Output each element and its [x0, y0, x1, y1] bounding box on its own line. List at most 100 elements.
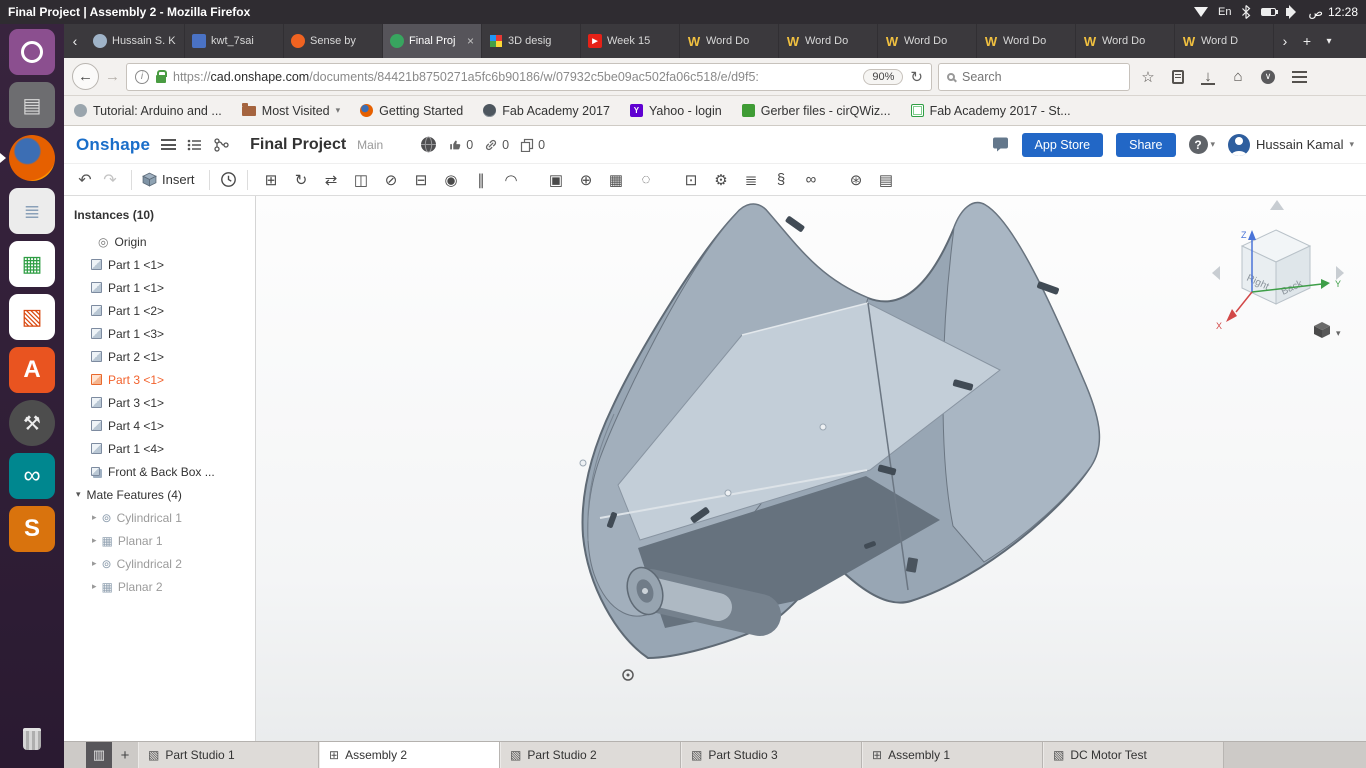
like-count[interactable]: 0 [448, 138, 473, 152]
pin-slot-mate-icon[interactable]: ⊟ [408, 168, 435, 192]
browser-tab[interactable]: 3D desig [482, 24, 581, 58]
bookmark-item[interactable]: Fab Academy 2017 [483, 104, 610, 118]
rotate-left-arrow[interactable] [1212, 266, 1220, 280]
bookmark-star-icon[interactable]: ☆ [1136, 68, 1160, 86]
clock[interactable]: ص 12:28 [1308, 5, 1358, 19]
tab-scroll-left-button[interactable]: ‹ [64, 24, 86, 58]
branches-icon[interactable] [214, 137, 229, 152]
link-count[interactable]: 0 [484, 138, 509, 152]
planar-mate-icon[interactable]: ◫ [348, 168, 375, 192]
instance-row[interactable]: Part 3 <1> [64, 391, 255, 414]
bookmark-item[interactable]: Tutorial: Arduino and ... [74, 104, 222, 118]
undo-icon[interactable]: ↶ [74, 170, 96, 190]
workspace-name[interactable]: Main [357, 138, 383, 152]
public-globe-icon[interactable] [420, 136, 437, 153]
mate-connector-icon[interactable]: ⊕ [573, 168, 600, 192]
origin-marker[interactable] [622, 669, 634, 681]
launcher-item-system-tools[interactable]: ⚒ [9, 400, 55, 446]
menu-icon[interactable] [1292, 70, 1307, 83]
mate-row[interactable]: ▸ ▦ Planar 2 [64, 575, 255, 598]
parallel-mate-icon[interactable]: ∥ [468, 168, 495, 192]
doc-tab-assembly-2-active[interactable]: ⊞ Assembly 2 [319, 742, 500, 768]
add-tab-button[interactable]: + [112, 742, 138, 768]
comment-bubble-icon[interactable] [992, 136, 1009, 153]
revolute-mate-icon[interactable]: ↻ [288, 168, 315, 192]
bookmarks-menu-icon[interactable] [1172, 69, 1184, 84]
downloads-icon[interactable]: ↓ [1196, 68, 1220, 85]
browser-tab[interactable]: ▶ Week 15 [581, 24, 680, 58]
back-button[interactable]: ← [72, 63, 99, 90]
replicate-icon[interactable]: ⊡ [678, 168, 705, 192]
model-viewport[interactable]: Right Back Z Y X ▾ [256, 196, 1366, 741]
browser-tab[interactable]: Hussain S. K [86, 24, 185, 58]
screw-relation-icon[interactable]: § [768, 168, 795, 192]
launcher-item-dash[interactable] [9, 29, 55, 75]
copy-count[interactable]: 0 [520, 138, 545, 152]
bom-table-icon[interactable]: ▤ [873, 168, 900, 192]
tab-scroll-right-button[interactable]: › [1274, 24, 1296, 58]
instance-row[interactable]: Part 1 <3> [64, 322, 255, 345]
browser-tab[interactable]: W Word Do [878, 24, 977, 58]
keyboard-layout-indicator[interactable]: En [1218, 6, 1231, 18]
instance-row-selected[interactable]: Part 3 <1> [64, 368, 255, 391]
share-button[interactable]: Share [1116, 132, 1176, 157]
versions-icon[interactable] [187, 138, 203, 152]
assembly-3d-model[interactable] [256, 196, 1366, 741]
pocket-icon[interactable]: ∨ [1261, 69, 1275, 84]
cylindrical-mate-icon[interactable]: ⊘ [378, 168, 405, 192]
bookmark-item[interactable]: Getting Started [360, 104, 463, 118]
doc-tab-part-studio-3[interactable]: ▧ Part Studio 3 [681, 742, 862, 768]
chevron-down-icon[interactable]: ▾ [1336, 328, 1341, 338]
redo-icon[interactable]: ↷ [99, 170, 121, 190]
launcher-item-libreoffice-impress[interactable]: ▧ [9, 294, 55, 340]
forward-button[interactable]: → [105, 68, 120, 85]
browser-tab-active[interactable]: Final Proj × [383, 24, 482, 58]
rotate-right-arrow[interactable] [1336, 266, 1344, 280]
launcher-item-trash[interactable] [9, 716, 55, 762]
https-lock-icon[interactable] [156, 69, 167, 83]
user-menu[interactable]: Hussain Kamal ▾ [1228, 133, 1354, 156]
launcher-item-libreoffice-calc[interactable]: ▦ [9, 241, 55, 287]
home-icon[interactable]: ⌂ [1226, 68, 1250, 85]
mate-row[interactable]: ▸ ⊚ Cylindrical 1 [64, 506, 255, 529]
bookmark-item[interactable]: Gerber files - cirQWiz... [741, 104, 891, 118]
rack-pinion-relation-icon[interactable]: ≣ [738, 168, 765, 192]
launcher-item-arduino[interactable]: ∞ [9, 453, 55, 499]
volume-icon[interactable] [1286, 5, 1297, 19]
bookmark-item[interactable]: Y Yahoo - login [629, 104, 722, 118]
rollback-clock-icon[interactable] [220, 171, 237, 188]
browser-tab[interactable]: kwt_7sai [185, 24, 284, 58]
browser-tab[interactable]: W Word Do [977, 24, 1076, 58]
zoom-level-badge[interactable]: 90% [863, 68, 904, 85]
insert-button[interactable]: Insert [162, 172, 195, 187]
onshape-logo[interactable]: Onshape [76, 135, 150, 155]
reload-icon[interactable]: ↻ [910, 68, 923, 86]
slider-mate-icon[interactable]: ⇄ [318, 168, 345, 192]
instance-row[interactable]: Part 2 <1> [64, 345, 255, 368]
gear-relation-icon[interactable]: ⚙ [708, 168, 735, 192]
instance-row[interactable]: Part 1 <4> [64, 437, 255, 460]
instance-row[interactable]: Part 1 <1> [64, 253, 255, 276]
instance-row[interactable]: Part 1 <2> [64, 299, 255, 322]
browser-tab[interactable]: Sense by [284, 24, 383, 58]
url-text[interactable]: https://cad.onshape.com/documents/84421b… [173, 70, 856, 84]
browser-tab[interactable]: W Word Do [779, 24, 878, 58]
instance-row[interactable]: Part 1 <1> [64, 276, 255, 299]
tangent-mate-icon[interactable]: ◠ [498, 168, 525, 192]
battery-icon[interactable] [1261, 8, 1279, 16]
new-tab-button[interactable]: + [1296, 24, 1318, 58]
launcher-item-software-center[interactable]: A [9, 347, 55, 393]
launcher-item-files[interactable]: ▤ [9, 82, 55, 128]
instance-row[interactable]: Part 4 <1> [64, 414, 255, 437]
tab-list-button[interactable]: ▾ [1318, 24, 1340, 58]
help-menu[interactable]: ? ▾ [1188, 135, 1215, 154]
search-bar[interactable] [938, 62, 1130, 91]
browser-tab[interactable]: W Word Do [1076, 24, 1175, 58]
doc-tab-part-studio-1[interactable]: ▧ Part Studio 1 [138, 742, 319, 768]
expand-icon[interactable]: ▸ [92, 581, 97, 592]
instance-row[interactable]: Front & Back Box ... [64, 460, 255, 483]
circular-pattern-icon[interactable]: ◌ [633, 168, 660, 192]
browser-tab[interactable]: W Word D [1175, 24, 1274, 58]
document-title[interactable]: Final Project [250, 136, 346, 154]
document-menu-icon[interactable] [161, 139, 177, 150]
